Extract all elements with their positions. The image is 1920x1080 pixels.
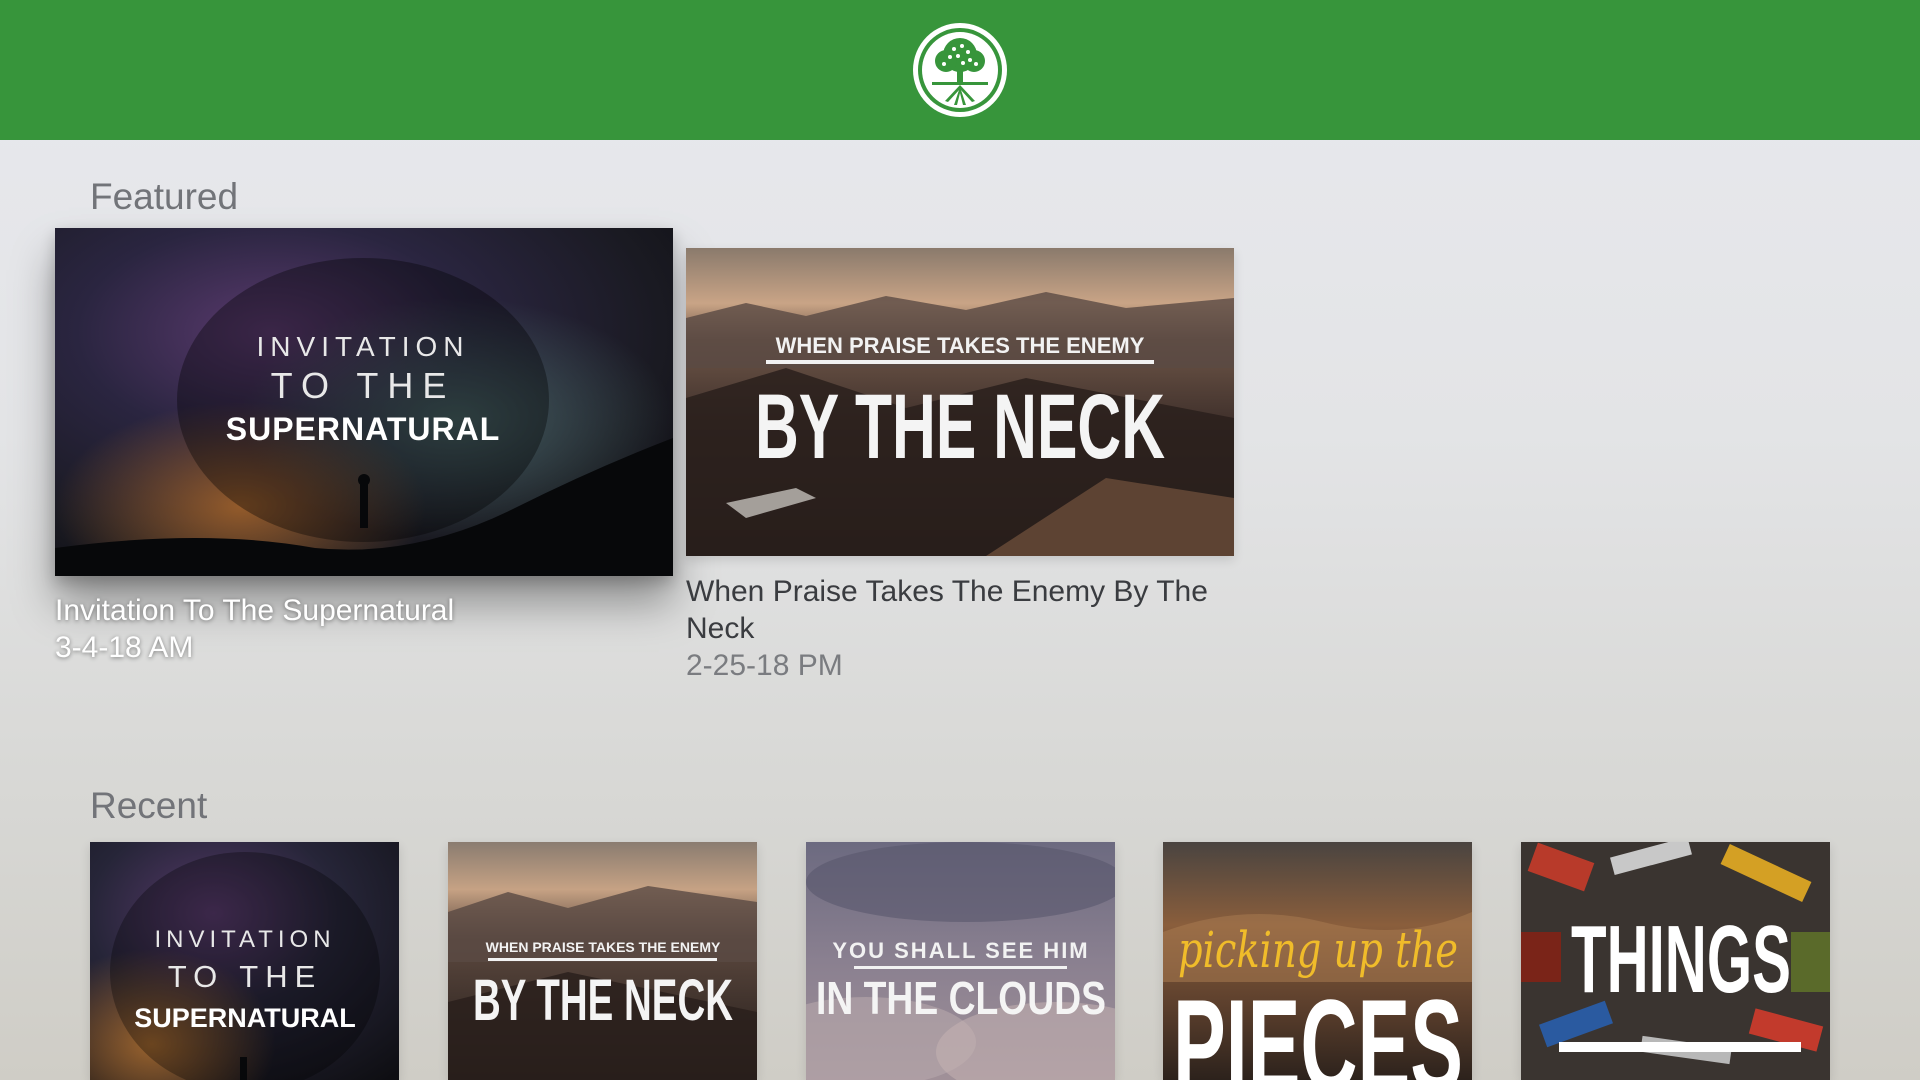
- art-line2: TO THE: [271, 365, 456, 406]
- art-line2: IN THE CLOUDS: [816, 972, 1106, 1024]
- recent-tile-pieces[interactable]: picking up the PIECES: [1163, 842, 1472, 1080]
- art-line2: TO THE: [168, 959, 323, 994]
- clouds-artwork: YOU SHALL SEE HIM IN THE CLOUDS: [806, 842, 1115, 1080]
- art-line1: WHEN PRAISE TAKES THE ENEMY: [486, 939, 721, 955]
- featured-title-1: Invitation To The Supernatural: [55, 594, 455, 627]
- tools-artwork: THINGS: [1521, 842, 1830, 1080]
- art-line1: INVITATION: [154, 926, 335, 953]
- recent-tile-in-the-clouds[interactable]: YOU SHALL SEE HIM IN THE CLOUDS: [806, 842, 1115, 1080]
- art-line1: INVITATION: [257, 331, 470, 362]
- recent-tile-things[interactable]: THINGS: [1521, 842, 1830, 1080]
- featured-date-1: 3-4-18 AM: [55, 631, 194, 664]
- art-line1: THINGS: [1571, 906, 1791, 1013]
- art-line1: picking up the: [1178, 921, 1458, 979]
- art-line3: SUPERNATURAL: [134, 1003, 356, 1033]
- art-line1: WHEN PRAISE TAKES THE ENEMY: [776, 333, 1145, 358]
- tree-of-life-icon[interactable]: [910, 19, 1010, 121]
- recent-tile-by-the-neck[interactable]: WHEN PRAISE TAKES THE ENEMY BY THE NECK: [448, 842, 757, 1080]
- featured-title-2: When Praise Takes The Enemy By The Neck: [686, 575, 1208, 645]
- art-line3: SUPERNATURAL: [226, 411, 501, 447]
- featured-tile-invitation[interactable]: INVITATION TO THE SUPERNATURAL: [55, 228, 673, 576]
- featured-tile-by-the-neck[interactable]: WHEN PRAISE TAKES THE ENEMY BY THE NECK: [686, 248, 1234, 556]
- featured-heading: Featured: [90, 176, 239, 217]
- featured-caption-2: When Praise Takes The Enemy By The Neck …: [686, 573, 1246, 684]
- art-line2: PIECES: [1173, 972, 1463, 1080]
- featured-caption-1: Invitation To The Supernatural 3-4-18 AM: [55, 592, 675, 666]
- rocks-artwork: picking up the PIECES: [1163, 842, 1472, 1080]
- top-bar: [0, 0, 1920, 140]
- mountain-artwork: WHEN PRAISE TAKES THE ENEMY BY THE NECK: [686, 248, 1234, 556]
- galaxy-artwork: INVITATION TO THE SUPERNATURAL: [90, 842, 399, 1080]
- featured-date-2: 2-25-18 PM: [686, 649, 843, 682]
- mountain-artwork: WHEN PRAISE TAKES THE ENEMY BY THE NECK: [448, 842, 757, 1080]
- recent-heading: Recent: [90, 785, 208, 826]
- art-line2: BY THE NECK: [473, 968, 733, 1033]
- art-line1: YOU SHALL SEE HIM: [832, 938, 1089, 963]
- galaxy-artwork: INVITATION TO THE SUPERNATURAL: [55, 228, 673, 576]
- art-line2: BY THE NECK: [755, 376, 1165, 478]
- recent-tile-invitation[interactable]: INVITATION TO THE SUPERNATURAL: [90, 842, 399, 1080]
